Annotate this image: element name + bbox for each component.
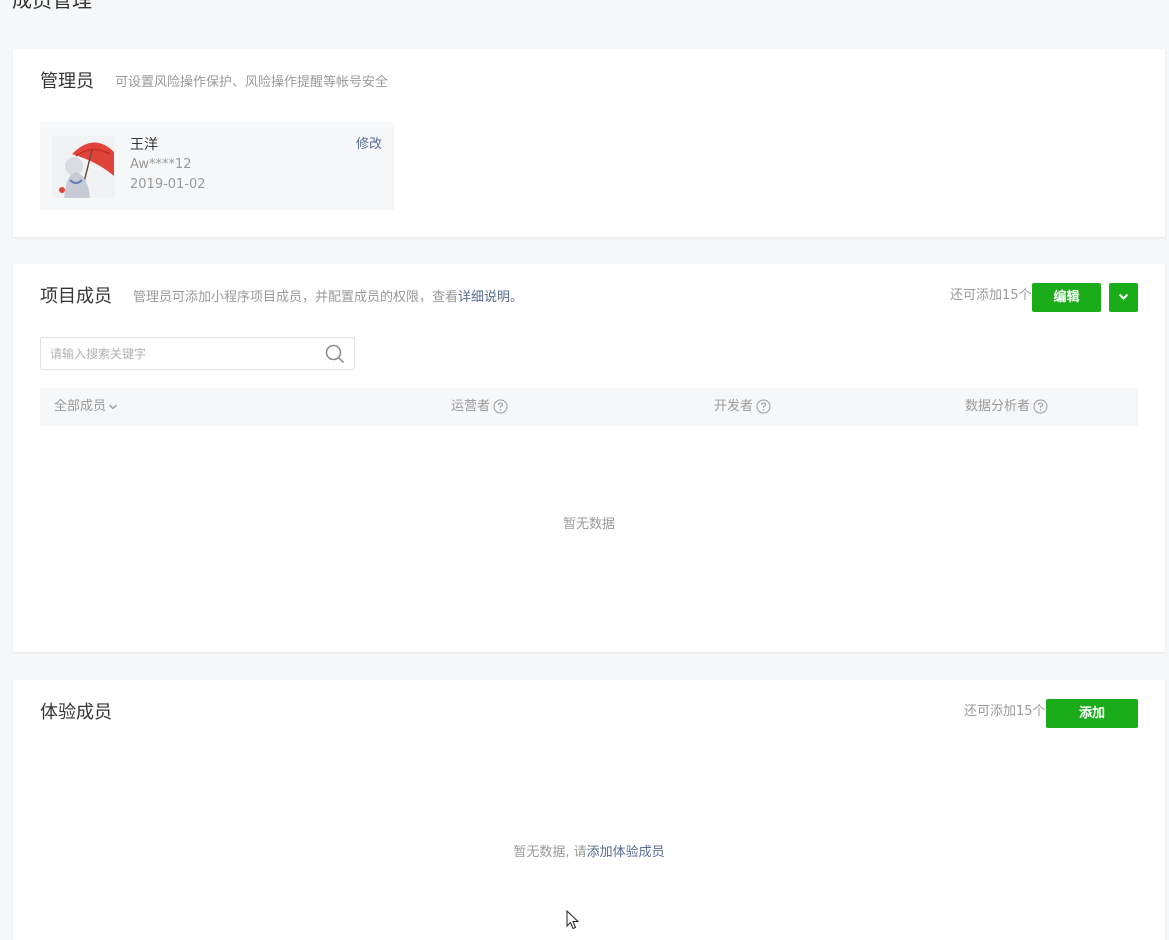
column-developer: 开发者 bbox=[714, 388, 771, 426]
column-analyst-label: 数据分析者 bbox=[965, 399, 1031, 414]
trial-remain-count: 还可添加15个 bbox=[964, 704, 1046, 719]
search-icon[interactable] bbox=[325, 344, 345, 364]
edit-dropdown-button[interactable] bbox=[1109, 283, 1138, 312]
project-section-title: 项目成员 bbox=[40, 286, 112, 307]
question-circle-icon[interactable] bbox=[1033, 399, 1048, 414]
admin-date: 2019-01-02 bbox=[130, 177, 206, 192]
admin-name: 王洋 bbox=[130, 137, 158, 153]
page-title: 成员管理 bbox=[12, 0, 92, 12]
column-operator-label: 运营者 bbox=[451, 399, 491, 414]
trial-section-title: 体验成员 bbox=[40, 702, 112, 723]
search-box bbox=[40, 337, 355, 370]
trial-members-card: 体验成员 还可添加15个 添加 暂无数据, 请添加体验成员 bbox=[13, 680, 1165, 940]
members-table-header: 全部成员 运营者 开发者 数据分析者 bbox=[40, 388, 1138, 426]
avatar bbox=[52, 136, 115, 198]
column-analyst: 数据分析者 bbox=[965, 388, 1048, 426]
column-developer-label: 开发者 bbox=[714, 399, 754, 414]
admin-section-description: 可设置风险操作保护、风险操作提醒等帐号安全 bbox=[115, 75, 389, 90]
project-description-text: 管理员可添加小程序项目成员，并配置成员的权限，查看 bbox=[133, 290, 459, 305]
project-description-end: 。 bbox=[510, 290, 524, 305]
project-empty-text: 暂无数据 bbox=[562, 517, 615, 532]
all-members-filter[interactable]: 全部成员 bbox=[54, 388, 118, 426]
admin-account: Aw****12 bbox=[130, 157, 192, 172]
project-members-card: 项目成员 管理员可添加小程序项目成员，并配置成员的权限，查看详细说明。 还可添加… bbox=[13, 264, 1165, 652]
add-trial-member-button[interactable]: 添加 bbox=[1046, 699, 1138, 728]
all-members-label: 全部成员 bbox=[54, 399, 107, 414]
edit-members-button[interactable]: 编辑 bbox=[1032, 283, 1101, 312]
project-remain-count: 还可添加15个 bbox=[950, 288, 1032, 303]
chevron-down-icon bbox=[109, 404, 117, 409]
trial-empty-state: 暂无数据, 请添加体验成员 bbox=[13, 843, 1165, 863]
admin-info-box: 王洋 Aw****12 2019-01-02 修改 bbox=[40, 122, 394, 210]
add-trial-member-link[interactable]: 添加体验成员 bbox=[587, 845, 665, 860]
project-section-description: 管理员可添加小程序项目成员，并配置成员的权限，查看详细说明。 bbox=[133, 288, 523, 308]
question-circle-icon[interactable] bbox=[493, 399, 508, 414]
mouse-cursor-icon bbox=[566, 910, 580, 930]
avatar-image bbox=[52, 136, 115, 198]
question-circle-icon[interactable] bbox=[756, 399, 771, 414]
chevron-down-icon bbox=[1118, 293, 1129, 300]
admin-section-title: 管理员 bbox=[40, 71, 94, 92]
admin-card: 管理员 可设置风险操作保护、风险操作提醒等帐号安全 王洋 Aw****12 20… bbox=[13, 49, 1165, 237]
detail-link[interactable]: 详细说明 bbox=[458, 290, 510, 305]
trial-empty-text: 暂无数据, 请 bbox=[513, 845, 587, 860]
column-operator: 运营者 bbox=[451, 388, 508, 426]
search-input[interactable] bbox=[41, 338, 320, 369]
admin-edit-link[interactable]: 修改 bbox=[356, 136, 382, 154]
